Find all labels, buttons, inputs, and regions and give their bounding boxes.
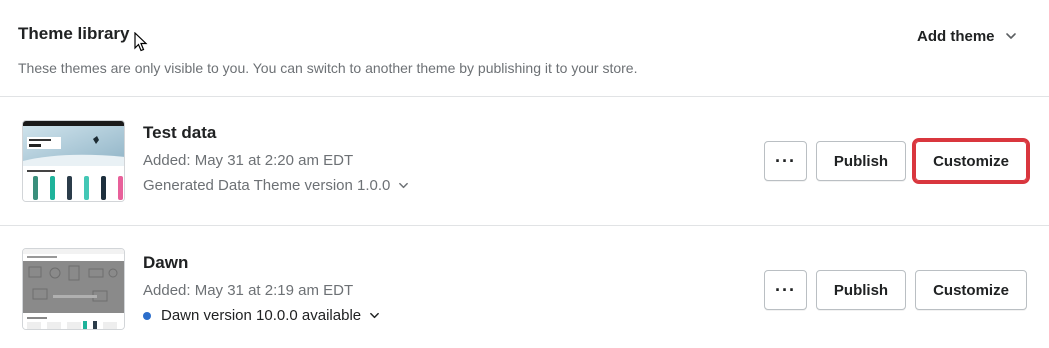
theme-preview-image [23,249,124,329]
theme-version-label: Dawn version 10.0.0 available [161,307,362,324]
theme-name: Test data [143,123,217,142]
theme-thumbnail[interactable] [22,248,125,330]
publish-button[interactable]: Publish [816,270,906,310]
publish-button[interactable]: Publish [816,141,906,181]
more-actions-button[interactable]: ··· [764,141,807,181]
more-actions-button[interactable]: ··· [764,270,807,310]
page-subtitle: These themes are only visible to you. Yo… [18,60,638,76]
chevron-down-icon [370,312,380,319]
theme-added-date: Added: May 31 at 2:20 am EDT [143,152,354,169]
customize-button[interactable]: Customize [915,270,1027,310]
add-theme-button[interactable]: Add theme [905,22,1025,50]
chevron-down-icon [1005,33,1016,39]
customize-button[interactable]: Customize [912,138,1030,184]
theme-thumbnail[interactable] [22,120,125,202]
theme-row-test-data: Test data Added: May 31 at 2:20 am EDT G… [0,97,1049,226]
theme-version-toggle[interactable]: Generated Data Theme version 1.0.0 [143,177,409,194]
update-available-dot [143,311,151,320]
chevron-down-icon [399,182,409,189]
mouse-cursor-icon [134,32,148,52]
page-title: Theme library [18,24,130,43]
theme-added-date: Added: May 31 at 2:19 am EDT [143,282,354,299]
theme-library-header: Theme library These themes are only visi… [0,0,1049,97]
theme-preview-image [23,121,124,201]
theme-row-dawn: Dawn Added: May 31 at 2:19 am EDT Dawn v… [0,226,1049,348]
add-theme-label: Add theme [917,27,995,45]
theme-version-label: Generated Data Theme version 1.0.0 [143,177,391,194]
theme-name: Dawn [143,253,189,272]
theme-version-toggle[interactable]: Dawn version 10.0.0 available [143,307,380,324]
